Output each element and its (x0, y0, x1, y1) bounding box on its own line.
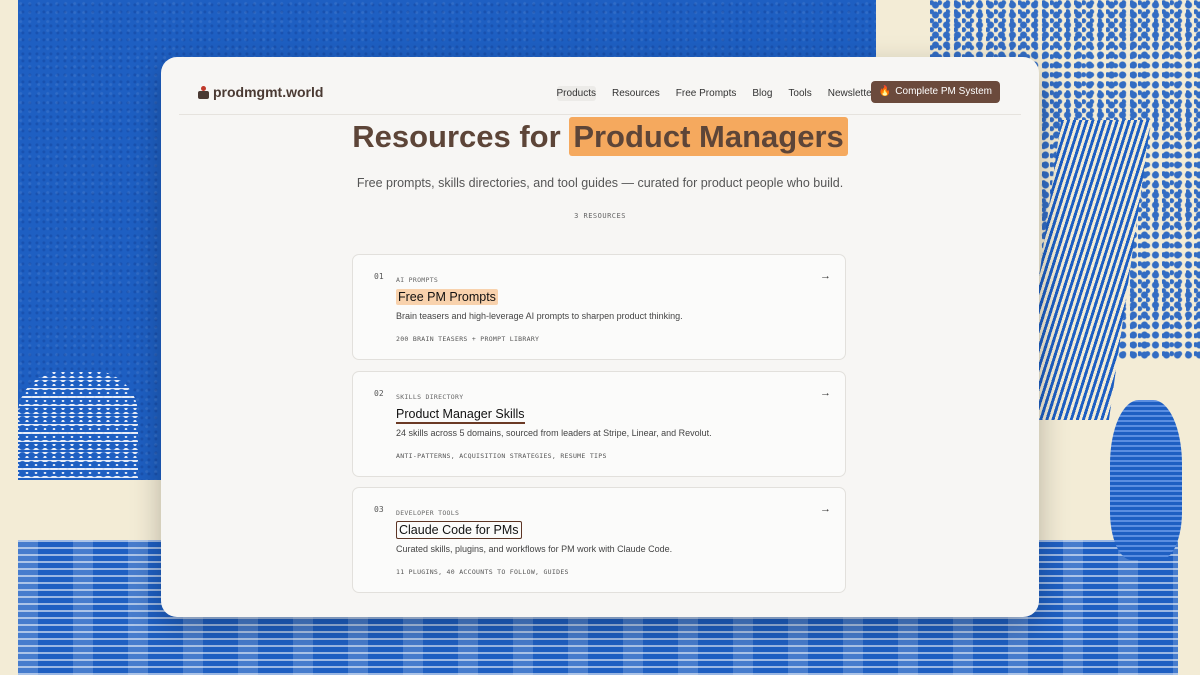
cta-label: Complete PM System (895, 86, 992, 97)
resource-card-free-pm-prompts[interactable]: 01 AI PROMPTS Free PM Prompts Brain teas… (352, 254, 846, 360)
page-subtitle: Free prompts, skills directories, and to… (356, 176, 844, 190)
resource-category: DEVELOPER TOOLS (396, 509, 460, 517)
resource-title: Free PM Prompts (396, 289, 498, 305)
arrow-right-icon: → (820, 387, 831, 399)
page-title: Resources for Product Managers (161, 117, 1039, 156)
resource-number: 02 (374, 389, 384, 398)
resource-title-text: Claude Code for PMs (396, 521, 522, 539)
resource-title-text: Product Manager Skills (396, 407, 525, 424)
top-nav: prodmgmt.world Products Resources Free P… (179, 57, 1021, 115)
background-vase (1110, 400, 1182, 560)
background-shrub (18, 370, 138, 480)
resource-card-claude-code[interactable]: 03 DEVELOPER TOOLS Claude Code for PMs C… (352, 487, 846, 593)
nav-link-newsletter[interactable]: Newsletter (828, 86, 875, 101)
resource-number: 01 (374, 272, 384, 281)
nav-link-free-prompts[interactable]: Free Prompts (676, 86, 737, 101)
complete-pm-system-button[interactable]: 🔥 Complete PM System (870, 81, 1000, 103)
resource-meta: 11 PLUGINS, 40 ACCOUNTS TO FOLLOW, GUIDE… (396, 568, 569, 576)
nav-link-resources[interactable]: Resources (612, 86, 660, 101)
arrow-right-icon: → (820, 270, 831, 282)
resource-title: Product Manager Skills (396, 407, 525, 424)
resource-meta: ANTI-PATTERNS, ACQUISITION STRATEGIES, R… (396, 452, 607, 460)
brand-logo[interactable]: prodmgmt.world (198, 84, 323, 100)
resource-category: AI PROMPTS (396, 276, 439, 284)
logo-icon (198, 86, 209, 99)
resource-number: 03 (374, 505, 384, 514)
nav-link-tools[interactable]: Tools (788, 86, 811, 101)
resource-description: 24 skills across 5 domains, sourced from… (396, 428, 712, 438)
arrow-right-icon: → (820, 503, 831, 515)
page-title-highlight: Product Managers (569, 117, 848, 156)
resource-category: SKILLS DIRECTORY (396, 393, 464, 401)
resource-title: Claude Code for PMs (396, 521, 522, 539)
nav-link-blog[interactable]: Blog (752, 86, 772, 101)
resource-description: Brain teasers and high-leverage AI promp… (396, 311, 683, 321)
browser-card: prodmgmt.world Products Resources Free P… (161, 57, 1039, 617)
nav-link-products[interactable]: Products (556, 86, 596, 101)
page-title-prefix: Resources for (352, 119, 561, 154)
brand-name: prodmgmt.world (213, 84, 324, 100)
resource-count: 3 RESOURCES (574, 212, 626, 220)
nav-links: Products Resources Free Prompts Blog Too… (556, 86, 875, 101)
flame-icon: 🔥 (878, 86, 892, 97)
resource-title-text: Free PM Prompts (396, 289, 498, 305)
resource-card-pm-skills[interactable]: 02 SKILLS DIRECTORY Product Manager Skil… (352, 371, 846, 477)
resource-meta: 200 BRAIN TEASERS + PROMPT LIBRARY (396, 335, 540, 343)
resource-description: Curated skills, plugins, and workflows f… (396, 544, 673, 554)
